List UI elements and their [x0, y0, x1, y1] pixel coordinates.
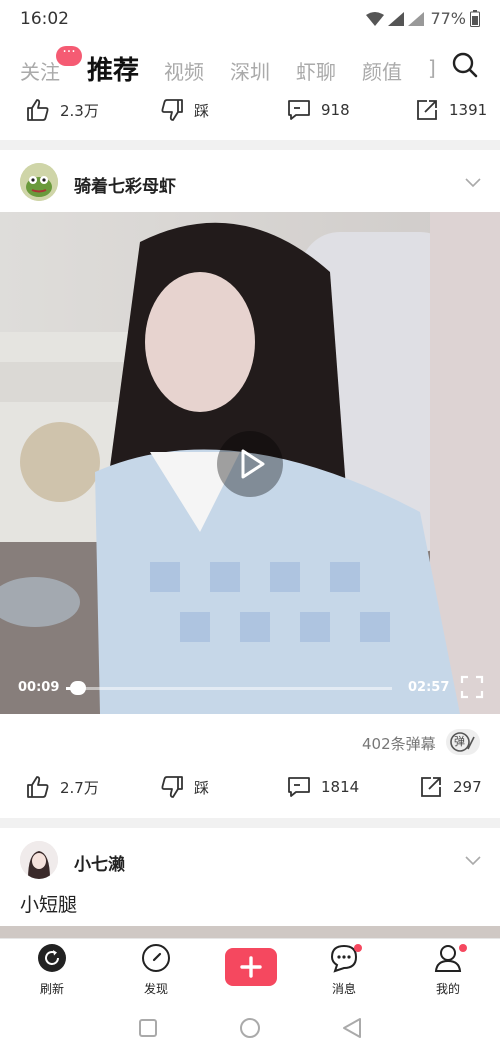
thumbs-down-icon	[161, 776, 183, 798]
status-bar: 16:02 77%	[0, 0, 500, 38]
thumbs-up-icon	[27, 99, 49, 121]
search-icon[interactable]	[452, 52, 478, 78]
like-count: 2.7万	[60, 778, 99, 797]
nav-profile-label: 我的	[435, 982, 460, 996]
like-button[interactable]: 2.3万	[26, 98, 99, 122]
nav-refresh-label: 刷新	[39, 982, 64, 996]
publish-button[interactable]	[225, 948, 277, 986]
post-actions: 2.7万 踩 1814 297	[0, 770, 500, 818]
status-icons: 77%	[366, 9, 480, 28]
share-icon	[417, 100, 437, 120]
avatar[interactable]	[20, 163, 58, 201]
prev-post-actions: 2.3万 踩 918 1391	[0, 94, 500, 140]
compass-icon	[142, 944, 170, 972]
signal-icon	[388, 11, 405, 26]
danmu-toggle-label: 弹	[454, 735, 465, 748]
status-time: 16:02	[20, 9, 69, 29]
play-button[interactable]	[217, 431, 283, 497]
chevron-down-icon[interactable]	[465, 856, 481, 866]
tab-recommend[interactable]: 推荐	[87, 50, 139, 87]
share-icon	[421, 777, 441, 797]
video-duration: 02:57	[408, 680, 450, 695]
share-count: 1391	[449, 101, 488, 119]
share-button[interactable]: 1391	[415, 98, 487, 122]
nav-discover[interactable]: 发现	[126, 943, 186, 997]
next-post-avatar[interactable]	[20, 841, 58, 879]
notification-badge: ···	[56, 45, 82, 66]
next-post-caption[interactable]: 小短腿	[20, 890, 77, 917]
author-name[interactable]: 骑着七彩母虾	[74, 172, 176, 197]
back-icon[interactable]	[342, 1017, 362, 1039]
dislike-label: 踩	[194, 101, 210, 120]
comment-count: 1814	[321, 778, 360, 796]
nav-discover-label: 发现	[143, 982, 168, 996]
chevron-down-icon[interactable]	[465, 178, 481, 188]
danmu-toggle[interactable]: 弹	[446, 729, 480, 755]
video-progress-handle[interactable]	[70, 681, 86, 695]
comment-count: 918	[321, 101, 350, 119]
battery-icon	[470, 10, 480, 27]
like-count: 2.3万	[60, 101, 99, 120]
like-button[interactable]: 2.7万	[26, 775, 99, 799]
video-current-time: 00:09	[18, 680, 60, 695]
next-post-author[interactable]: 小七濑	[74, 850, 125, 875]
plus-icon	[240, 956, 262, 978]
recent-apps-icon[interactable]	[138, 1018, 158, 1038]
post-card: 骑着七彩母虾	[0, 150, 500, 212]
share-button[interactable]: 297	[419, 775, 482, 799]
play-icon	[241, 449, 265, 479]
battery-percent: 77%	[430, 9, 466, 28]
next-post-card: 小七濑 小短腿	[0, 828, 500, 938]
next-post-media-preview	[0, 926, 500, 938]
tab-more[interactable]: ]	[428, 56, 436, 80]
comment-icon	[288, 100, 310, 120]
nav-profile[interactable]: 我的	[418, 943, 478, 997]
home-icon[interactable]	[239, 1017, 261, 1039]
thumbs-up-icon	[27, 776, 49, 798]
dislike-button[interactable]: 踩	[160, 775, 209, 799]
profile-unread-dot	[459, 944, 467, 952]
tab-follow[interactable]: 关注	[20, 56, 60, 85]
video-progress-bar[interactable]	[66, 687, 392, 690]
tab-xialiao[interactable]: 虾聊	[296, 56, 336, 85]
nav-messages[interactable]: 消息	[314, 943, 374, 997]
comment-icon	[288, 777, 310, 797]
fullscreen-icon[interactable]	[460, 675, 484, 699]
dislike-label: 踩	[194, 778, 210, 797]
signal-icon-2	[408, 11, 425, 26]
tab-yanzhi[interactable]: 颜值	[362, 56, 402, 85]
system-nav-bar	[0, 1000, 500, 1056]
nav-refresh[interactable]: 刷新	[22, 943, 82, 997]
messages-unread-dot	[354, 944, 362, 952]
tab-video[interactable]: 视频	[164, 56, 204, 85]
nav-messages-label: 消息	[331, 982, 356, 996]
danmu-count: 402条弹幕	[362, 735, 436, 753]
thumbs-down-icon	[161, 99, 183, 121]
comment-button[interactable]: 918	[287, 98, 350, 122]
refresh-icon	[38, 944, 66, 972]
comment-button[interactable]: 1814	[287, 775, 359, 799]
danmu-row: 402条弹幕	[0, 714, 500, 770]
wifi-icon	[366, 11, 385, 26]
tab-shenzhen[interactable]: 深圳	[230, 56, 270, 85]
dislike-button[interactable]: 踩	[160, 98, 209, 122]
share-count: 297	[453, 778, 482, 796]
